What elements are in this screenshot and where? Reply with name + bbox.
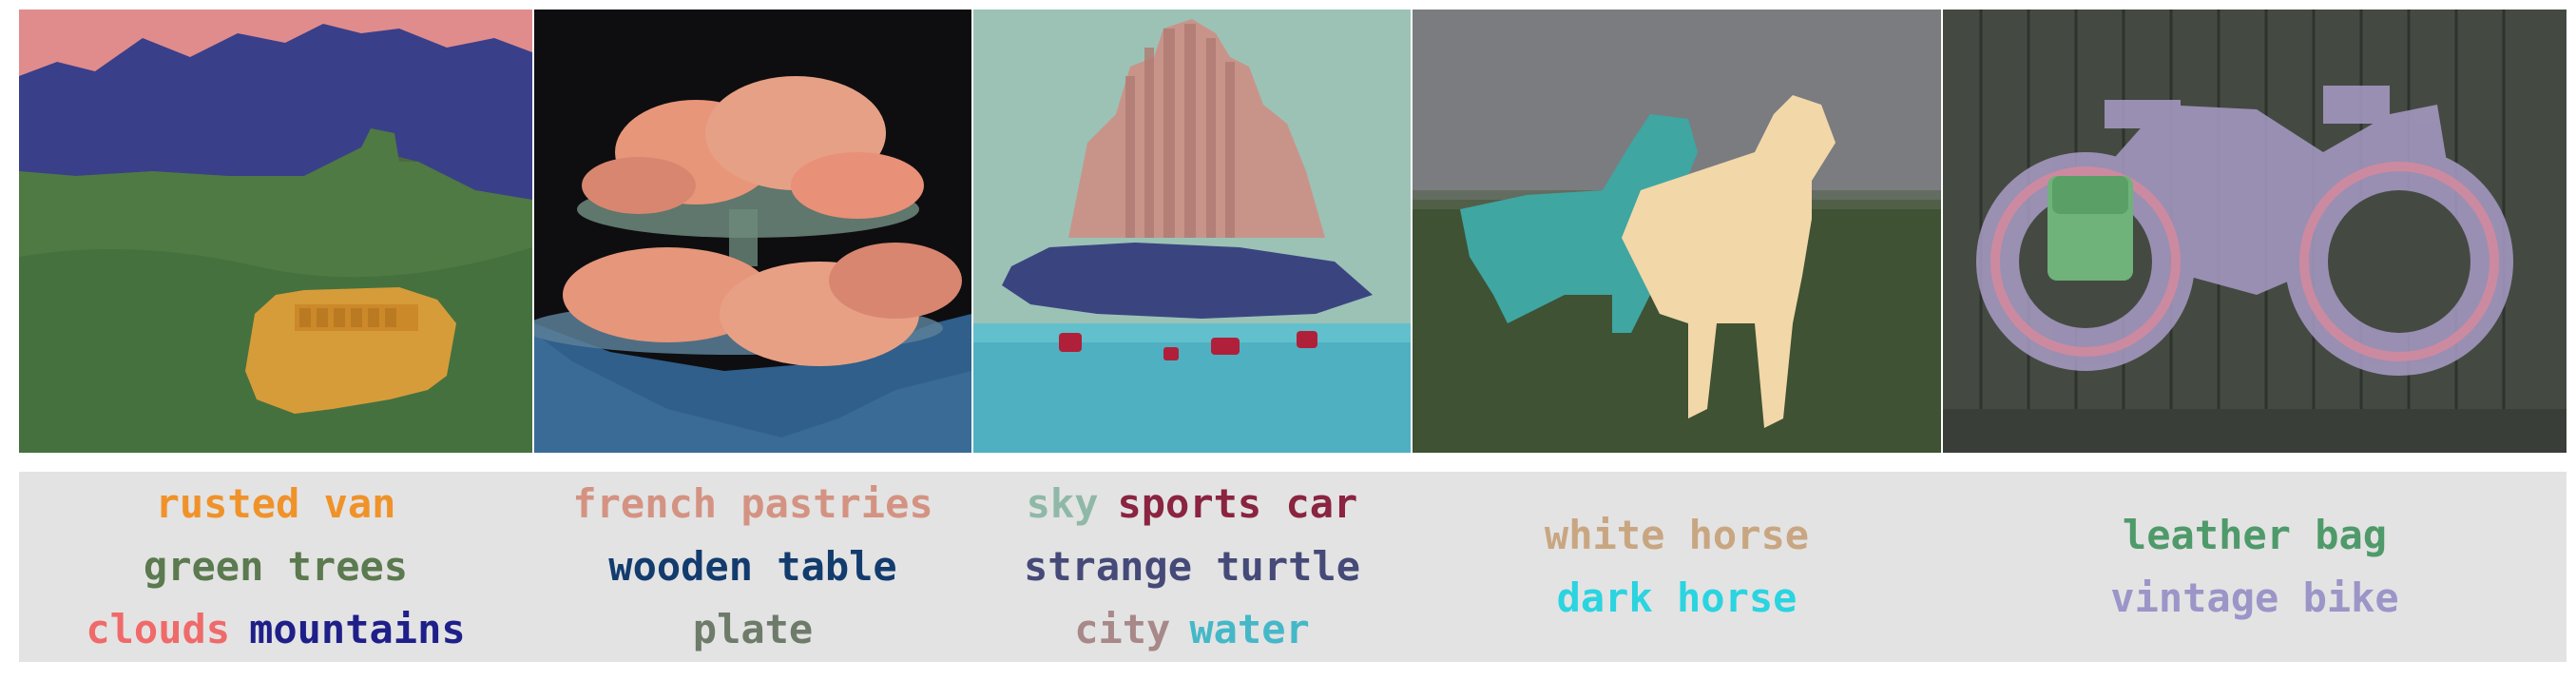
caption-line: vintage bike [2110, 567, 2398, 630]
image-strip [19, 10, 2566, 453]
caption-strip: rusted van green trees clouds mountains fre… [19, 472, 2566, 662]
bike-scene-caption: leather bag vintage bike [1943, 472, 2566, 662]
caption-line: sky sports car [1027, 473, 1358, 535]
caption-line: dark horse [1557, 567, 1797, 630]
segment-label: wooden table [608, 543, 897, 590]
caption-line: plate [693, 598, 813, 661]
horse-scene-image [1413, 10, 1941, 453]
caption-line: white horse [1545, 504, 1809, 567]
caption-line: leather bag [2123, 504, 2387, 567]
pastries-scene-image [534, 10, 971, 453]
caption-line: french pastries [572, 473, 932, 535]
segment-label: water [1189, 606, 1310, 652]
city-scene-svg [973, 10, 1411, 453]
horse-scene-caption: white horse dark horse [1413, 472, 1941, 662]
horse-scene-svg [1413, 10, 1941, 453]
segment-label: mountains [249, 606, 466, 652]
segment-label: vintage bike [2110, 574, 2399, 621]
pastries-scene-caption: french pastries wooden table plate [534, 472, 971, 662]
caption-line: rusted van [156, 473, 396, 535]
city-scene-image [973, 10, 1411, 453]
segment-label: clouds [86, 606, 231, 652]
segment-label: plate [692, 606, 814, 652]
segment-label: dark horse [1556, 574, 1797, 621]
caption-line: green trees [144, 535, 408, 598]
caption-line: city water [1074, 598, 1310, 661]
segment-label: sky [1026, 480, 1099, 527]
caption-line: wooden table [608, 535, 896, 598]
city-scene-caption: sky sports car strange turtle city water [973, 472, 1411, 662]
pastries-scene-svg [534, 10, 971, 453]
caption-line: strange turtle [1024, 535, 1360, 598]
bus-scene-svg [19, 10, 532, 453]
bike-scene-image [1943, 10, 2566, 453]
bus-scene-image [19, 10, 532, 453]
segment-label: french pastries [572, 480, 933, 527]
segment-label: city [1074, 606, 1171, 652]
segment-label: strange turtle [1023, 543, 1360, 590]
segment-label: white horse [1544, 512, 1810, 558]
segment-label: leather bag [2122, 512, 2388, 558]
segment-label: green trees [143, 543, 409, 590]
caption-line: clouds mountains [86, 598, 465, 661]
segment-label: rusted van [155, 480, 396, 527]
bus-scene-caption: rusted van green trees clouds mountains [19, 472, 532, 662]
segment-label: sports car [1117, 480, 1358, 527]
bike-scene-svg [1943, 10, 2566, 453]
